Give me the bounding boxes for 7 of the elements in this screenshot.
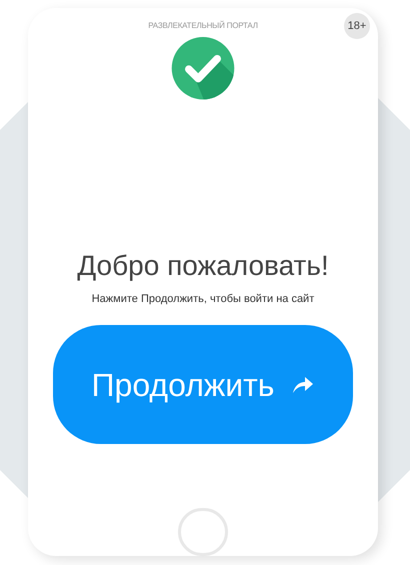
welcome-title: Добро пожаловать!: [77, 248, 329, 282]
welcome-subtitle: Нажмите Продолжить, чтобы войти на сайт: [92, 292, 314, 306]
continue-button[interactable]: Продолжить: [53, 325, 353, 444]
check-icon: [169, 36, 237, 100]
age-badge: 18+: [344, 13, 370, 39]
share-arrow-icon: [292, 376, 314, 394]
portal-name: РАЗВЛЕКАТЕЛЬНЫЙ ПОРТАЛ: [148, 20, 258, 32]
